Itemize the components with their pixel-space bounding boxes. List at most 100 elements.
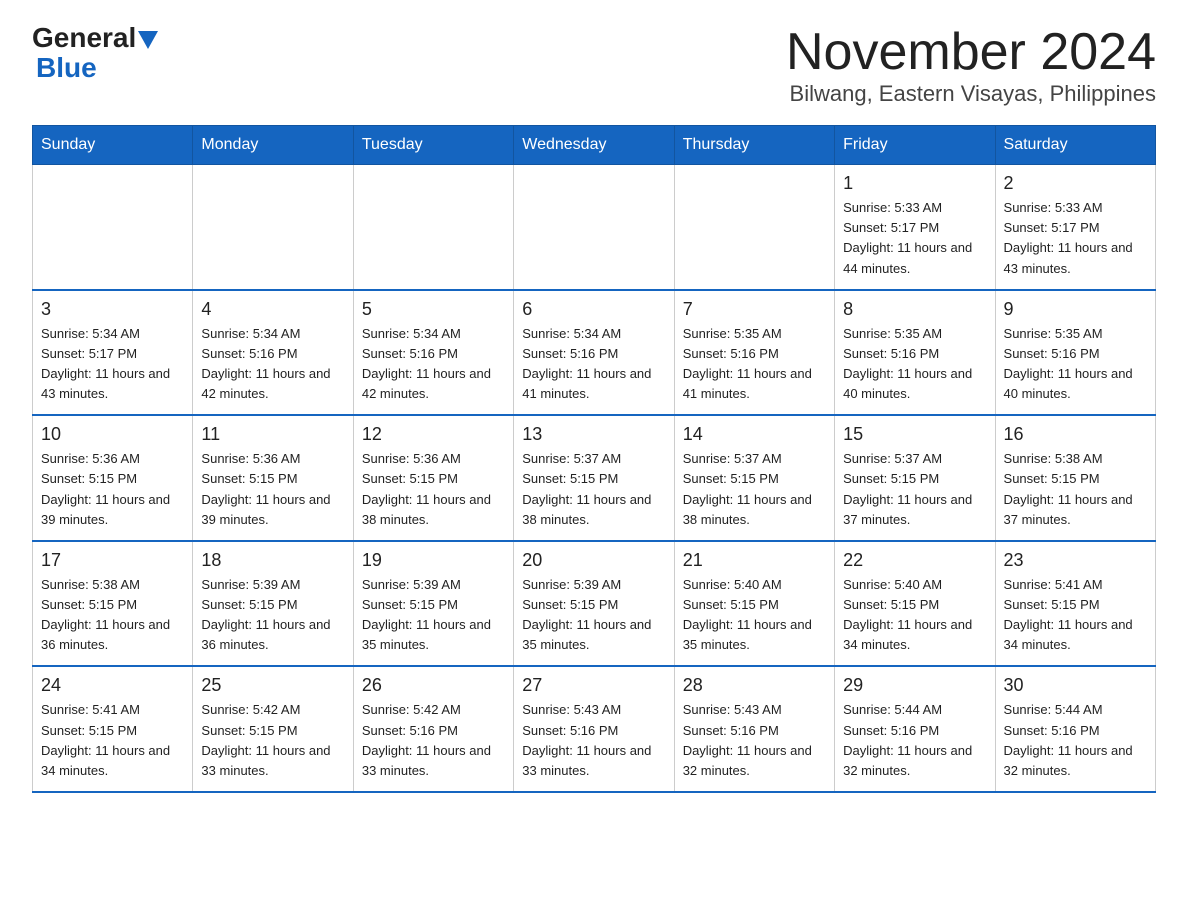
calendar-cell: 7 Sunrise: 5:35 AM Sunset: 5:16 PM Daylig… [674, 290, 834, 416]
calendar-cell: 21 Sunrise: 5:40 AM Sunset: 5:15 PM Dayli… [674, 541, 834, 667]
day-number: 18 [201, 550, 344, 571]
day-number: 11 [201, 424, 344, 445]
day-info: Sunrise: 5:36 AM Sunset: 5:15 PM Dayligh… [362, 449, 505, 530]
calendar-cell: 13Sunrise: 5:37 AM Sunset: 5:15 PM Dayli… [514, 415, 674, 541]
day-number: 29 [843, 675, 986, 696]
calendar-cell: 14 Sunrise: 5:37 AM Sunset: 5:15 PM Dayli… [674, 415, 834, 541]
calendar-table: SundayMondayTuesdayWednesdayThursdayFrid… [32, 125, 1156, 793]
calendar-cell: 20Sunrise: 5:39 AM Sunset: 5:15 PM Dayli… [514, 541, 674, 667]
day-number: 21 [683, 550, 826, 571]
logo: General Blue [32, 24, 158, 84]
day-info: Sunrise: 5:34 AM Sunset: 5:16 PM Dayligh… [201, 324, 344, 405]
day-info: Sunrise: 5:40 AM Sunset: 5:15 PM Dayligh… [683, 575, 826, 656]
calendar-cell: 18 Sunrise: 5:39 AM Sunset: 5:15 PM Dayli… [193, 541, 353, 667]
day-info: Sunrise: 5:36 AM Sunset: 5:15 PM Dayligh… [41, 449, 184, 530]
day-info: Sunrise: 5:37 AM Sunset: 5:15 PM Dayligh… [683, 449, 826, 530]
day-info: Sunrise: 5:43 AM Sunset: 5:16 PM Dayligh… [683, 700, 826, 781]
day-info: Sunrise: 5:34 AM Sunset: 5:16 PM Dayligh… [522, 324, 665, 405]
calendar-cell: 12 Sunrise: 5:36 AM Sunset: 5:15 PM Dayli… [353, 415, 513, 541]
logo-arrow-icon [138, 31, 158, 49]
day-number: 12 [362, 424, 505, 445]
calendar-cell: 17Sunrise: 5:38 AM Sunset: 5:15 PM Dayli… [33, 541, 193, 667]
weekday-header-monday: Monday [193, 126, 353, 165]
day-number: 3 [41, 299, 184, 320]
day-number: 17 [41, 550, 184, 571]
calendar-cell [33, 165, 193, 290]
day-number: 8 [843, 299, 986, 320]
day-number: 16 [1004, 424, 1147, 445]
day-info: Sunrise: 5:35 AM Sunset: 5:16 PM Dayligh… [683, 324, 826, 405]
day-info: Sunrise: 5:42 AM Sunset: 5:16 PM Dayligh… [362, 700, 505, 781]
calendar-cell: 28Sunrise: 5:43 AM Sunset: 5:16 PM Dayli… [674, 666, 834, 792]
calendar-header: SundayMondayTuesdayWednesdayThursdayFrid… [33, 126, 1156, 165]
day-info: Sunrise: 5:34 AM Sunset: 5:17 PM Dayligh… [41, 324, 184, 405]
week-row-2: 3 Sunrise: 5:34 AM Sunset: 5:17 PM Daylig… [33, 290, 1156, 416]
day-number: 14 [683, 424, 826, 445]
day-info: Sunrise: 5:35 AM Sunset: 5:16 PM Dayligh… [1004, 324, 1147, 405]
day-info: Sunrise: 5:37 AM Sunset: 5:15 PM Dayligh… [522, 449, 665, 530]
day-number: 9 [1004, 299, 1147, 320]
day-number: 24 [41, 675, 184, 696]
calendar-cell: 5 Sunrise: 5:34 AM Sunset: 5:16 PM Daylig… [353, 290, 513, 416]
day-number: 27 [522, 675, 665, 696]
day-number: 7 [683, 299, 826, 320]
day-info: Sunrise: 5:39 AM Sunset: 5:15 PM Dayligh… [201, 575, 344, 656]
calendar-cell [674, 165, 834, 290]
day-info: Sunrise: 5:39 AM Sunset: 5:15 PM Dayligh… [362, 575, 505, 656]
calendar-cell: 25 Sunrise: 5:42 AM Sunset: 5:15 PM Dayli… [193, 666, 353, 792]
calendar-cell: 10Sunrise: 5:36 AM Sunset: 5:15 PM Dayli… [33, 415, 193, 541]
day-number: 30 [1004, 675, 1147, 696]
day-info: Sunrise: 5:44 AM Sunset: 5:16 PM Dayligh… [1004, 700, 1147, 781]
weekday-header-friday: Friday [835, 126, 995, 165]
day-number: 5 [362, 299, 505, 320]
day-number: 23 [1004, 550, 1147, 571]
logo-general-text: General [32, 24, 136, 52]
calendar-cell: 15 Sunrise: 5:37 AM Sunset: 5:15 PM Dayli… [835, 415, 995, 541]
calendar-cell [353, 165, 513, 290]
day-info: Sunrise: 5:38 AM Sunset: 5:15 PM Dayligh… [1004, 449, 1147, 530]
calendar-cell: 4 Sunrise: 5:34 AM Sunset: 5:16 PM Daylig… [193, 290, 353, 416]
day-info: Sunrise: 5:41 AM Sunset: 5:15 PM Dayligh… [41, 700, 184, 781]
day-info: Sunrise: 5:36 AM Sunset: 5:15 PM Dayligh… [201, 449, 344, 530]
day-info: Sunrise: 5:44 AM Sunset: 5:16 PM Dayligh… [843, 700, 986, 781]
day-info: Sunrise: 5:33 AM Sunset: 5:17 PM Dayligh… [843, 198, 986, 279]
day-number: 26 [362, 675, 505, 696]
calendar-cell: 8Sunrise: 5:35 AM Sunset: 5:16 PM Daylig… [835, 290, 995, 416]
calendar-cell: 30 Sunrise: 5:44 AM Sunset: 5:16 PM Dayli… [995, 666, 1155, 792]
day-number: 1 [843, 173, 986, 194]
day-number: 25 [201, 675, 344, 696]
calendar-cell: 2Sunrise: 5:33 AM Sunset: 5:17 PM Daylig… [995, 165, 1155, 290]
calendar-subtitle: Bilwang, Eastern Visayas, Philippines [786, 81, 1156, 107]
calendar-cell: 24 Sunrise: 5:41 AM Sunset: 5:15 PM Dayli… [33, 666, 193, 792]
title-block: November 2024 Bilwang, Eastern Visayas, … [786, 24, 1156, 107]
day-number: 4 [201, 299, 344, 320]
day-info: Sunrise: 5:34 AM Sunset: 5:16 PM Dayligh… [362, 324, 505, 405]
calendar-cell: 11 Sunrise: 5:36 AM Sunset: 5:15 PM Dayli… [193, 415, 353, 541]
calendar-cell [514, 165, 674, 290]
day-number: 20 [522, 550, 665, 571]
day-info: Sunrise: 5:43 AM Sunset: 5:16 PM Dayligh… [522, 700, 665, 781]
page-header: General Blue November 2024 Bilwang, East… [32, 24, 1156, 107]
day-number: 22 [843, 550, 986, 571]
calendar-cell: 19 Sunrise: 5:39 AM Sunset: 5:15 PM Dayli… [353, 541, 513, 667]
weekday-header-thursday: Thursday [674, 126, 834, 165]
day-info: Sunrise: 5:40 AM Sunset: 5:15 PM Dayligh… [843, 575, 986, 656]
week-row-5: 24 Sunrise: 5:41 AM Sunset: 5:15 PM Dayli… [33, 666, 1156, 792]
calendar-cell: 23Sunrise: 5:41 AM Sunset: 5:15 PM Dayli… [995, 541, 1155, 667]
calendar-cell: 26 Sunrise: 5:42 AM Sunset: 5:16 PM Dayli… [353, 666, 513, 792]
weekday-header-wednesday: Wednesday [514, 126, 674, 165]
day-number: 19 [362, 550, 505, 571]
week-row-1: 1 Sunrise: 5:33 AM Sunset: 5:17 PM Daylig… [33, 165, 1156, 290]
day-number: 15 [843, 424, 986, 445]
calendar-cell: 29 Sunrise: 5:44 AM Sunset: 5:16 PM Dayli… [835, 666, 995, 792]
day-info: Sunrise: 5:37 AM Sunset: 5:15 PM Dayligh… [843, 449, 986, 530]
calendar-cell: 1 Sunrise: 5:33 AM Sunset: 5:17 PM Daylig… [835, 165, 995, 290]
calendar-cell: 16 Sunrise: 5:38 AM Sunset: 5:15 PM Dayli… [995, 415, 1155, 541]
calendar-cell: 3 Sunrise: 5:34 AM Sunset: 5:17 PM Daylig… [33, 290, 193, 416]
logo-blue-text: Blue [36, 52, 97, 84]
calendar-cell [193, 165, 353, 290]
week-row-3: 10Sunrise: 5:36 AM Sunset: 5:15 PM Dayli… [33, 415, 1156, 541]
day-info: Sunrise: 5:33 AM Sunset: 5:17 PM Dayligh… [1004, 198, 1147, 279]
day-info: Sunrise: 5:42 AM Sunset: 5:15 PM Dayligh… [201, 700, 344, 781]
weekday-header-tuesday: Tuesday [353, 126, 513, 165]
